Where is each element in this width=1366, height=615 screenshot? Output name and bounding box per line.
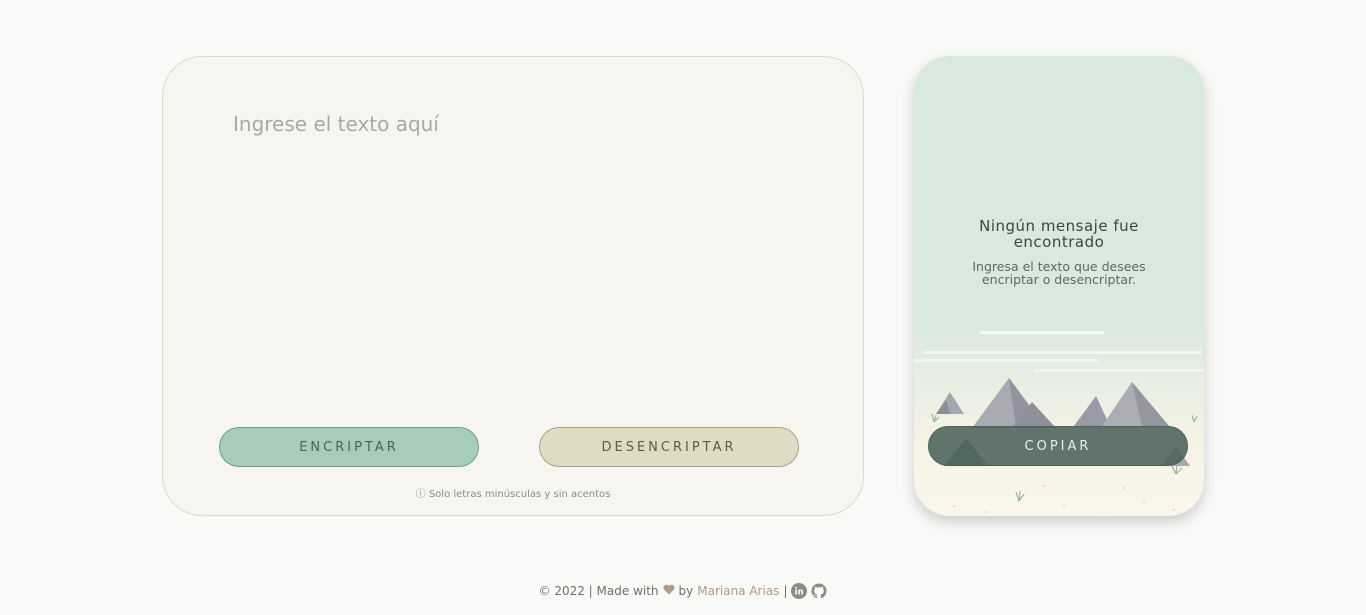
author-link[interactable]: Mariana Arias — [697, 584, 779, 598]
landscape-illustration — [914, 331, 1204, 513]
linkedin-icon[interactable] — [791, 583, 808, 599]
decrypt-button[interactable]: DESENCRIPTAR — [539, 427, 799, 467]
footer-separator: | — [783, 584, 788, 598]
page: ENCRIPTAR DESENCRIPTAR ⓘ Solo letras min… — [0, 0, 1366, 615]
input-hint: ⓘ Solo letras minúsculas y sin acentos — [163, 485, 863, 500]
output-title: Ningún mensaje fue encontrado — [979, 217, 1139, 251]
footer: © 2022 | Made with by Mariana Arias | — [0, 583, 1366, 599]
copy-button[interactable]: COPIAR — [928, 426, 1188, 466]
input-card: ENCRIPTAR DESENCRIPTAR ⓘ Solo letras min… — [162, 56, 864, 516]
hint-text: Solo letras minúsculas y sin acentos — [428, 489, 611, 500]
footer-copyright: © 2022 | Made with — [538, 584, 659, 598]
github-icon[interactable] — [811, 583, 827, 599]
output-card: Ningún mensaje fue encontrado Ingresa el… — [914, 56, 1204, 516]
output-description: Ingresa el texto que desees encriptar o … — [972, 259, 1146, 287]
encrypt-button[interactable]: ENCRIPTAR — [219, 427, 479, 467]
heart-icon — [662, 584, 675, 598]
info-icon: ⓘ — [415, 489, 426, 500]
footer-by: by — [678, 584, 694, 598]
text-input[interactable] — [233, 112, 803, 402]
